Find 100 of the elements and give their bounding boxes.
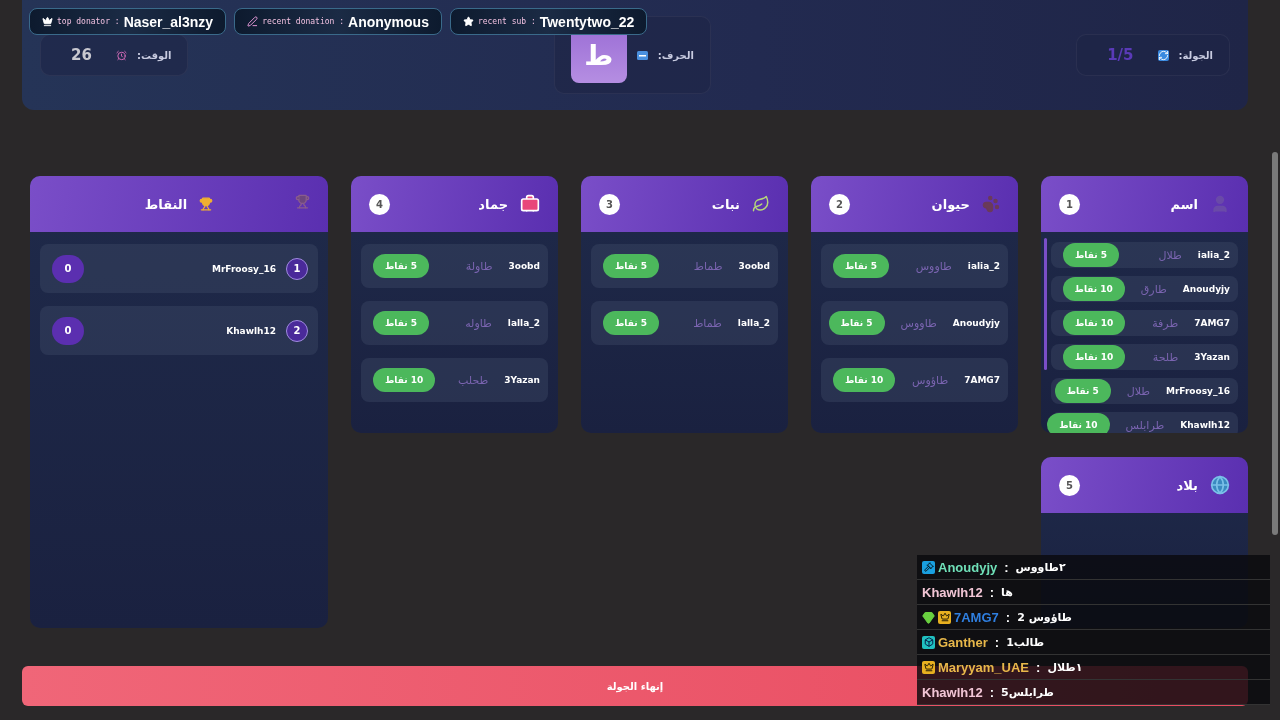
gavel-badge-icon xyxy=(922,560,935,574)
points-pill: 10 نقاط xyxy=(1062,277,1125,301)
answer-text: طاؤوس xyxy=(911,373,950,387)
points-pill: 5 نقاط xyxy=(373,254,429,278)
category-number: 1 xyxy=(1059,193,1080,215)
toolbox-icon xyxy=(520,194,540,214)
chat-separator: : xyxy=(1004,609,1012,625)
points-pill: 10 نقاط xyxy=(1063,311,1126,335)
banner-value: Twentytwo_22 xyxy=(539,13,635,30)
player-name: Khawlh12 xyxy=(226,325,276,336)
banner-value: Anonymous xyxy=(348,13,429,30)
alarm-clock-icon xyxy=(115,49,127,61)
answer-text: طارق xyxy=(1139,282,1168,296)
player-name: MrFroosy_16 xyxy=(1165,386,1230,396)
pen-icon xyxy=(247,16,259,27)
points-pill: 5 نقاط xyxy=(1054,379,1111,403)
time-value: 26 xyxy=(70,46,93,64)
player-name: 3Yazan xyxy=(1194,352,1230,362)
category-title: بلاد xyxy=(1176,477,1198,493)
answer-text: طلحة xyxy=(1151,350,1180,364)
points-pill: 10 نقاط xyxy=(1047,413,1110,433)
chat-text: ٢طاووس xyxy=(1015,560,1066,574)
trophy-icon xyxy=(199,197,214,211)
refresh-icon xyxy=(1157,49,1169,61)
category-number: 3 xyxy=(599,193,620,215)
chat-separator: : xyxy=(1003,559,1010,575)
letter-label: الحرف: xyxy=(657,49,694,61)
chat-text: طاؤوس 2 xyxy=(1017,610,1072,624)
round-value: 1/5 xyxy=(1106,46,1135,64)
player-name: ialia_2 xyxy=(1197,250,1230,260)
paw-icon xyxy=(982,195,1000,213)
rank-badge: 1 xyxy=(286,257,308,280)
chat-text: ها xyxy=(1001,585,1013,599)
chat-username: Ganther xyxy=(938,634,988,650)
answer-text: طماط xyxy=(692,259,724,273)
answer-text: طرابلس xyxy=(1124,418,1166,432)
points-pill: 10 نقاط xyxy=(1063,345,1126,369)
player-name: Khawlh12 xyxy=(1180,420,1230,430)
points-pill: 10 نقاط xyxy=(373,368,436,392)
category-title: اسم xyxy=(1170,196,1198,212)
chat-separator: : xyxy=(988,684,996,700)
points-pill: 5 نقاط xyxy=(373,311,429,335)
chat-separator: : xyxy=(988,584,996,600)
points-pill: 5 نقاط xyxy=(603,311,659,335)
category-number: 5 xyxy=(1059,474,1080,496)
score-pill: 0 xyxy=(52,254,84,283)
answer-text: طرفة xyxy=(1151,316,1180,330)
player-name: lalla_2 xyxy=(737,318,770,328)
banner-value: Naser_al3nzy xyxy=(123,13,214,30)
points-pill: 5 نقاط xyxy=(833,254,889,278)
time-label: الوقت: xyxy=(136,49,172,61)
category-title: حيوان xyxy=(931,196,970,212)
globe-icon xyxy=(1210,475,1230,495)
box-badge-icon xyxy=(922,635,935,649)
round-label: الجولة: xyxy=(1178,49,1213,61)
category-number: 4 xyxy=(369,193,390,215)
player-name: Anoudyjy xyxy=(1182,284,1230,294)
leaf-icon xyxy=(752,195,770,213)
category-number: 2 xyxy=(829,193,850,215)
player-name: lalla_2 xyxy=(507,318,540,328)
points-pill: 5 نقاط xyxy=(603,254,659,278)
scroll-thumb[interactable] xyxy=(1044,238,1047,370)
category-title: جماد xyxy=(478,196,508,212)
chat-username: 7AMG7 xyxy=(954,609,999,625)
chat-username: Khawlh12 xyxy=(922,584,983,600)
answer-text: طاووس xyxy=(899,316,938,330)
player-name: Anoudyjy xyxy=(952,318,1000,328)
points-pill: 5 نقاط xyxy=(828,311,885,335)
answer-text: طاووس xyxy=(914,259,953,273)
player-name: 3oobd xyxy=(738,261,770,271)
banner-label: recent sub : xyxy=(477,17,536,26)
chat-text: طرابلس5 xyxy=(1001,685,1054,699)
points-pill: 5 نقاط xyxy=(1063,243,1119,267)
player-name: 3Yazan xyxy=(504,375,540,385)
category-title: نبات xyxy=(711,196,740,212)
rank-badge: 2 xyxy=(286,319,308,342)
star-icon xyxy=(462,16,474,27)
banner-label: recent donation : xyxy=(262,17,345,26)
player-name: MrFroosy_16 xyxy=(211,263,276,274)
answer-text: طلال xyxy=(1157,248,1183,262)
answer-text: طاوله xyxy=(464,316,493,330)
answer-text: طماط xyxy=(692,316,723,330)
player-name: 7AMG7 xyxy=(1194,318,1230,328)
chat-text: طالب1 xyxy=(1006,635,1045,649)
player-name: 3oobd xyxy=(508,261,540,271)
score-pill: 0 xyxy=(52,316,84,345)
crown-badge-icon xyxy=(938,610,951,624)
answer-text: طاولة xyxy=(464,259,494,273)
crown-badge-icon xyxy=(922,660,935,674)
player-name: 7AMG7 xyxy=(964,375,1000,385)
chat-username: Khawlh12 xyxy=(922,684,983,700)
points-pill: 10 نقاط xyxy=(833,368,896,392)
banner-label: top donator : xyxy=(57,17,120,26)
scores-title: النقاط xyxy=(144,196,188,212)
trophy-icon xyxy=(295,194,310,209)
chat-separator: : xyxy=(993,634,1001,650)
player-name: ialia_2 xyxy=(967,261,1000,271)
answer-text: طحلب xyxy=(456,373,490,387)
person-icon xyxy=(1210,194,1230,214)
crown-icon xyxy=(42,16,53,27)
